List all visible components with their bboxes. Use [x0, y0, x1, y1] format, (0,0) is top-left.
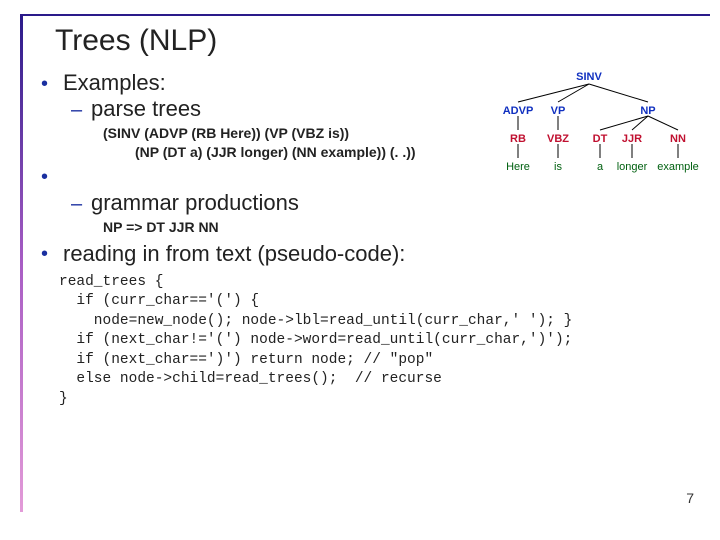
code-line: if (next_char==')') return node; // "pop…	[59, 352, 433, 368]
tree-leaf-example: example	[657, 161, 699, 173]
code-line: if (next_char!='(') node->word=read_unti…	[59, 332, 572, 348]
tree-leaf-a: a	[597, 161, 604, 173]
content-area: SINV ADVP VP NP RB VBZ DT JJR NN Here is…	[55, 70, 694, 410]
code-line: else node->child=read_trees(); // recurs…	[59, 371, 442, 387]
code-line: node=new_node(); node->lbl=read_until(cu…	[59, 313, 572, 329]
slide-title: Trees (NLP)	[55, 24, 694, 58]
bullet-reading: reading in from text (pseudo-code):	[63, 241, 694, 267]
code-line: }	[59, 391, 68, 407]
tree-leaf-here: Here	[506, 161, 530, 173]
tree-node-nn: NN	[670, 133, 686, 145]
tree-node-advp: ADVP	[503, 105, 534, 117]
tree-node-dt: DT	[593, 133, 608, 145]
pseudocode-block: read_trees { if (curr_char=='(') { node=…	[59, 273, 694, 410]
code-line: read_trees {	[59, 274, 163, 290]
tree-node-sinv: SINV	[576, 71, 602, 83]
bullet-grammar-productions: grammar productions	[91, 190, 694, 216]
parse-tree-diagram: SINV ADVP VP NP RB VBZ DT JJR NN Here is…	[478, 66, 700, 178]
page-number: 7	[686, 490, 694, 506]
tree-leaf-is: is	[554, 161, 562, 173]
tree-node-jjr: JJR	[622, 133, 642, 145]
tree-node-vp: VP	[551, 105, 566, 117]
slide-frame: Trees (NLP) SINV ADVP VP NP R	[20, 14, 710, 512]
tree-node-vbz: VBZ	[547, 133, 569, 145]
grammar-rule: NP => DT JJR NN	[103, 218, 694, 237]
tree-leaf-longer: longer	[617, 161, 648, 173]
tree-node-np: NP	[640, 105, 655, 117]
tree-node-rb: RB	[510, 133, 526, 145]
code-line: if (curr_char=='(') {	[59, 293, 259, 309]
